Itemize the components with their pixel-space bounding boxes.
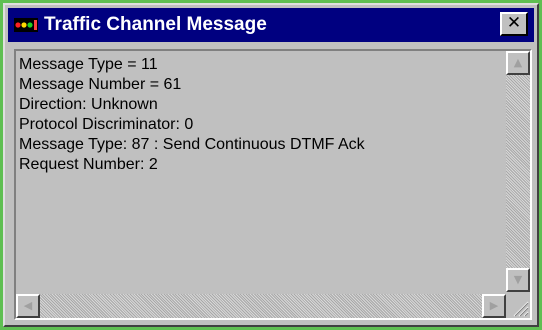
resize-grip-icon: [513, 301, 529, 317]
message-line: Message Type = 11: [19, 56, 158, 73]
title-bar[interactable]: Traffic Channel Message ✕: [8, 8, 534, 42]
scroll-right-button[interactable]: ▶: [482, 294, 506, 318]
scroll-up-button[interactable]: ▲: [506, 51, 530, 75]
scroll-left-button[interactable]: ◀: [16, 294, 40, 318]
arrow-left-icon: ◀: [23, 299, 33, 312]
message-content-pane: Message Type = 11 Message Number = 61 Di…: [14, 49, 532, 320]
scroll-down-button[interactable]: ▼: [506, 268, 530, 292]
message-line: Message Number = 61: [19, 76, 182, 93]
message-line: Request Number: 2: [19, 156, 158, 173]
close-icon: ✕: [506, 13, 522, 33]
arrow-right-icon: ▶: [489, 299, 499, 312]
message-line: Message Type: 87 : Send Continuous DTMF …: [19, 136, 365, 153]
close-button[interactable]: ✕: [500, 12, 528, 36]
message-text-area[interactable]: Message Type = 11 Message Number = 61 Di…: [16, 51, 506, 288]
message-window: Traffic Channel Message ✕ Message Type =…: [3, 3, 539, 327]
arrow-up-icon: ▲: [513, 56, 523, 69]
vertical-scrollbar[interactable]: ▲ ▼: [506, 51, 530, 292]
horizontal-scrollbar[interactable]: ◀ ▶: [16, 294, 506, 318]
message-line: Protocol Discriminator: 0: [19, 116, 194, 133]
traffic-light-icon: [14, 18, 38, 32]
arrow-down-icon: ▼: [513, 273, 523, 286]
resize-grip[interactable]: [506, 294, 530, 318]
message-line: Direction: Unknown: [19, 96, 158, 113]
outer-frame: Traffic Channel Message ✕ Message Type =…: [0, 0, 542, 330]
window-title: Traffic Channel Message: [44, 14, 267, 35]
